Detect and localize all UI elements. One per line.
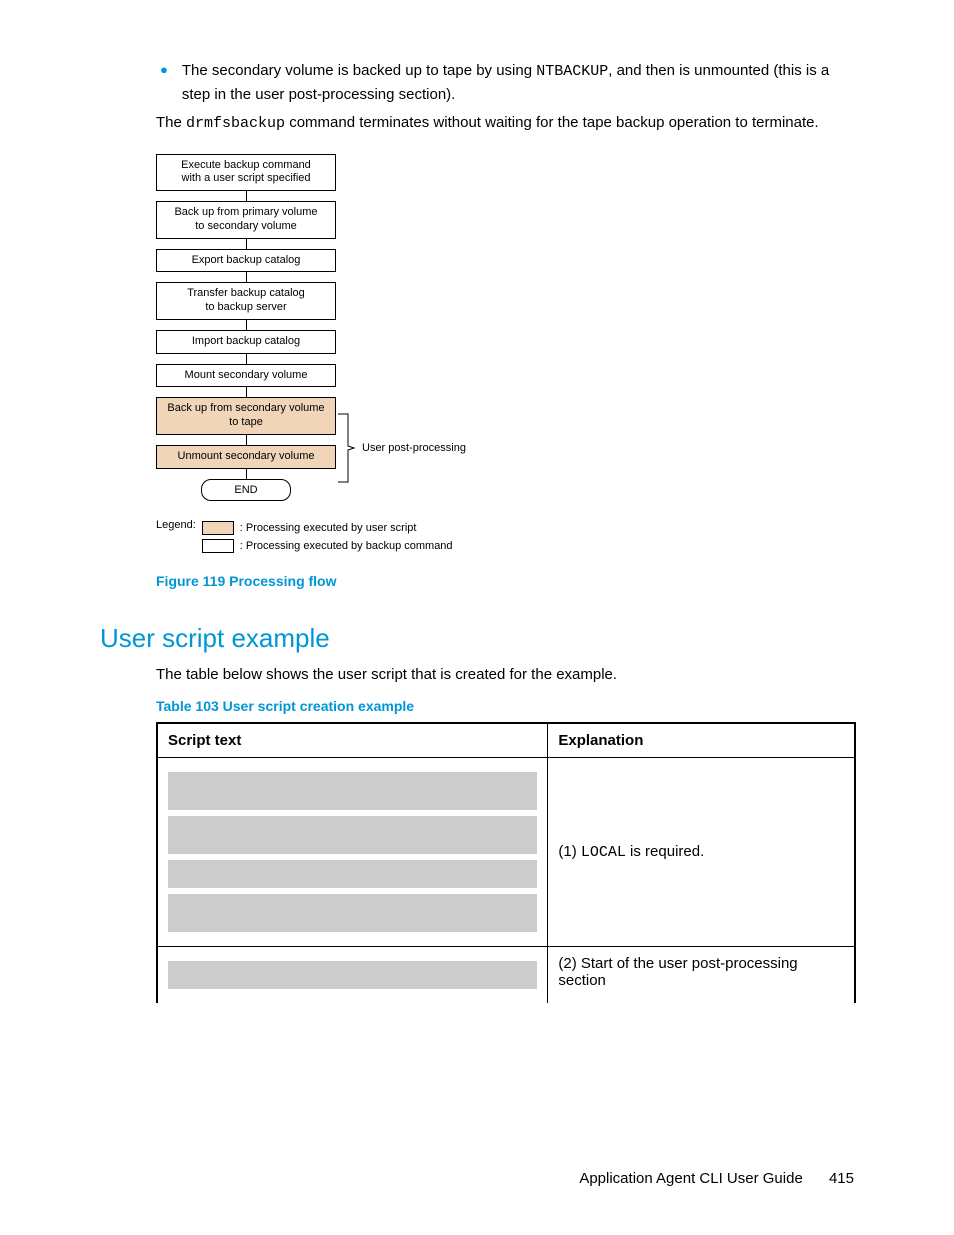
code-text: LOCAL	[581, 844, 626, 861]
flow-box-transfer: Transfer backup catalogto backup server	[156, 282, 336, 320]
section-intro: The table below shows the user script th…	[156, 664, 854, 687]
legend-text: : Processing executed by backup command	[240, 540, 453, 552]
flow-box-backup-primary: Back up from primary volumeto secondary …	[156, 201, 336, 239]
legend-row: : Processing executed by backup command	[202, 537, 453, 555]
table-header-row: Script text Explanation	[157, 723, 855, 758]
flow-box-unmount: Unmount secondary volume	[156, 445, 336, 469]
page-footer: Application Agent CLI User Guide 415	[579, 1170, 854, 1187]
text: is required.	[626, 843, 704, 860]
text: (1)	[558, 843, 581, 860]
table-cell-script	[157, 947, 548, 1004]
code-text: drmfsbackup	[186, 115, 285, 132]
flow-box-execute: Execute backup commandwith a user script…	[156, 154, 336, 192]
bullet-dot: ●	[160, 60, 168, 106]
script-table: Script text Explanation (1) LOCAL is req…	[156, 722, 856, 1003]
code-block	[168, 894, 537, 932]
section-heading: User script example	[100, 623, 854, 654]
code-text: NTBACKUP	[536, 63, 608, 80]
code-block	[168, 816, 537, 854]
legend-swatch-shaded	[202, 521, 234, 535]
footer-title: Application Agent CLI User Guide	[579, 1170, 802, 1187]
table-cell-explanation: (1) LOCAL is required.	[548, 758, 855, 947]
bullet-text: The secondary volume is backed up to tap…	[182, 60, 854, 106]
flow-box-mount: Mount secondary volume	[156, 364, 336, 388]
figure-caption: Figure 119 Processing flow	[156, 573, 854, 589]
legend-swatch-plain	[202, 539, 234, 553]
table-row: (1) LOCAL is required.	[157, 758, 855, 947]
table-header-script: Script text	[157, 723, 548, 758]
page-number: 415	[829, 1170, 854, 1187]
table-header-explanation: Explanation	[548, 723, 855, 758]
legend-text: : Processing executed by user script	[240, 522, 417, 534]
flow-box-backup-tape: Back up from secondary volumeto tape	[156, 397, 336, 435]
code-block	[168, 860, 537, 888]
table-cell-explanation: (2) Start of the user post-processing se…	[548, 947, 855, 1004]
text: The	[156, 114, 186, 131]
code-block	[168, 772, 537, 810]
text: The secondary volume is backed up to tap…	[182, 62, 536, 79]
legend-row: : Processing executed by user script	[202, 519, 453, 537]
flow-box-import: Import backup catalog	[156, 330, 336, 354]
bracket-label: User post-processing	[362, 442, 466, 454]
table-cell-script	[157, 758, 548, 947]
bullet-item: ● The secondary volume is backed up to t…	[160, 60, 854, 106]
text: command terminates without waiting for t…	[285, 114, 819, 131]
flowchart: Execute backup commandwith a user script…	[156, 154, 854, 555]
table-caption: Table 103 User script creation example	[156, 698, 854, 714]
legend: Legend: : Processing executed by user sc…	[156, 519, 854, 555]
flow-box-export: Export backup catalog	[156, 249, 336, 273]
code-block	[168, 961, 537, 989]
flow-box-end: END	[201, 479, 291, 501]
table-row: (2) Start of the user post-processing se…	[157, 947, 855, 1004]
paragraph: The drmfsbackup command terminates witho…	[156, 112, 854, 136]
legend-title: Legend:	[156, 519, 196, 531]
bracket-icon	[338, 412, 356, 484]
